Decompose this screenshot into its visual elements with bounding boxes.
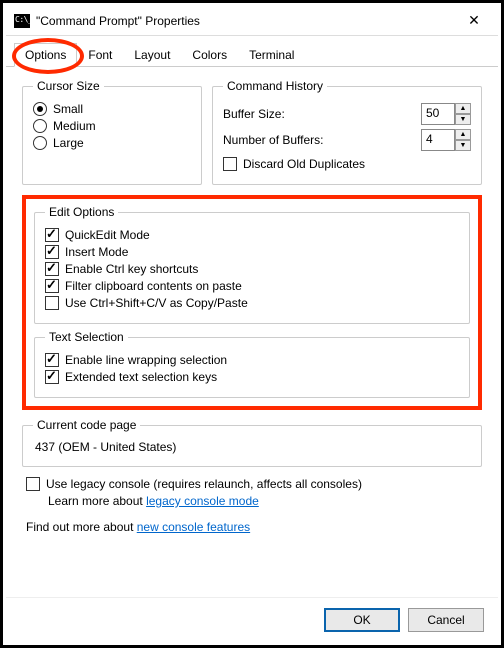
spinner-number-buffers[interactable]: 4 ▲ ▼ [421, 129, 471, 151]
label-buffer-size: Buffer Size: [223, 107, 285, 121]
text-selection-legend: Text Selection [45, 330, 128, 344]
label-line-wrapping: Enable line wrapping selection [65, 353, 227, 367]
radio-cursor-small[interactable] [33, 102, 47, 116]
check-quickedit[interactable] [45, 228, 59, 242]
spinner-buffer-size[interactable]: 50 ▲ ▼ [421, 103, 471, 125]
group-edit-options: Edit Options QuickEdit Mode Insert Mode … [34, 205, 470, 324]
annotation-red-box: Edit Options QuickEdit Mode Insert Mode … [22, 195, 482, 410]
titlebar: "Command Prompt" Properties ✕ [6, 6, 498, 36]
dialog-buttons: OK Cancel [6, 597, 498, 642]
spinner-down-icon[interactable]: ▼ [455, 114, 471, 125]
group-command-history: Command History Buffer Size: 50 ▲ ▼ Numb… [212, 79, 482, 185]
link-legacy-console-mode[interactable]: legacy console mode [146, 494, 259, 508]
cancel-button[interactable]: Cancel [408, 608, 484, 632]
cursor-size-legend: Cursor Size [33, 79, 104, 93]
legacy-learn-prefix: Learn more about [48, 494, 146, 508]
tab-colors[interactable]: Colors [181, 43, 238, 67]
radio-cursor-medium[interactable] [33, 119, 47, 133]
spinner-down-icon[interactable]: ▼ [455, 140, 471, 151]
label-ctrl-shortcuts: Enable Ctrl key shortcuts [65, 262, 198, 276]
spinner-up-icon[interactable]: ▲ [455, 103, 471, 114]
value-number-buffers[interactable]: 4 [421, 129, 455, 151]
command-history-legend: Command History [223, 79, 327, 93]
tab-layout[interactable]: Layout [123, 43, 181, 67]
check-extended-keys[interactable] [45, 370, 59, 384]
group-cursor-size: Cursor Size Small Medium Large [22, 79, 202, 185]
ok-button[interactable]: OK [324, 608, 400, 632]
legacy-console-block: Use legacy console (requires relaunch, a… [26, 477, 478, 508]
label-legacy-console: Use legacy console (requires relaunch, a… [46, 477, 362, 491]
properties-dialog: "Command Prompt" Properties ✕ Options Fo… [6, 6, 498, 642]
group-text-selection: Text Selection Enable line wrapping sele… [34, 330, 470, 398]
label-insert-mode: Insert Mode [65, 245, 128, 259]
edit-options-legend: Edit Options [45, 205, 118, 219]
label-extended-keys: Extended text selection keys [65, 370, 217, 384]
check-filter-clipboard[interactable] [45, 279, 59, 293]
check-legacy-console[interactable] [26, 477, 40, 491]
spinner-up-icon[interactable]: ▲ [455, 129, 471, 140]
check-ctrl-shift-cv[interactable] [45, 296, 59, 310]
tab-options[interactable]: Options [14, 43, 77, 67]
label-discard-duplicates: Discard Old Duplicates [243, 157, 365, 171]
cmd-icon [14, 14, 30, 28]
check-line-wrapping[interactable] [45, 353, 59, 367]
label-cursor-medium: Medium [53, 119, 96, 133]
findout-line: Find out more about new console features [26, 520, 478, 534]
group-codepage: Current code page 437 (OEM - United Stat… [22, 418, 482, 467]
label-filter-clipboard: Filter clipboard contents on paste [65, 279, 242, 293]
codepage-value: 437 (OEM - United States) [33, 438, 471, 456]
radio-cursor-large[interactable] [33, 136, 47, 150]
label-ctrl-shift-cv: Use Ctrl+Shift+C/V as Copy/Paste [65, 296, 248, 310]
check-insert-mode[interactable] [45, 245, 59, 259]
label-cursor-small: Small [53, 102, 83, 116]
label-number-buffers: Number of Buffers: [223, 133, 324, 147]
label-quickedit: QuickEdit Mode [65, 228, 150, 242]
check-ctrl-shortcuts[interactable] [45, 262, 59, 276]
codepage-legend: Current code page [33, 418, 140, 432]
tab-terminal[interactable]: Terminal [238, 43, 305, 67]
close-button[interactable]: ✕ [454, 7, 494, 35]
value-buffer-size[interactable]: 50 [421, 103, 455, 125]
tab-strip: Options Font Layout Colors Terminal [6, 36, 498, 67]
link-new-console-features[interactable]: new console features [137, 520, 250, 534]
tab-font[interactable]: Font [77, 43, 123, 67]
label-cursor-large: Large [53, 136, 84, 150]
tab-content: Cursor Size Small Medium Large Command H… [6, 67, 498, 597]
window-title: "Command Prompt" Properties [36, 14, 454, 28]
check-discard-duplicates[interactable] [223, 157, 237, 171]
findout-prefix: Find out more about [26, 520, 137, 534]
